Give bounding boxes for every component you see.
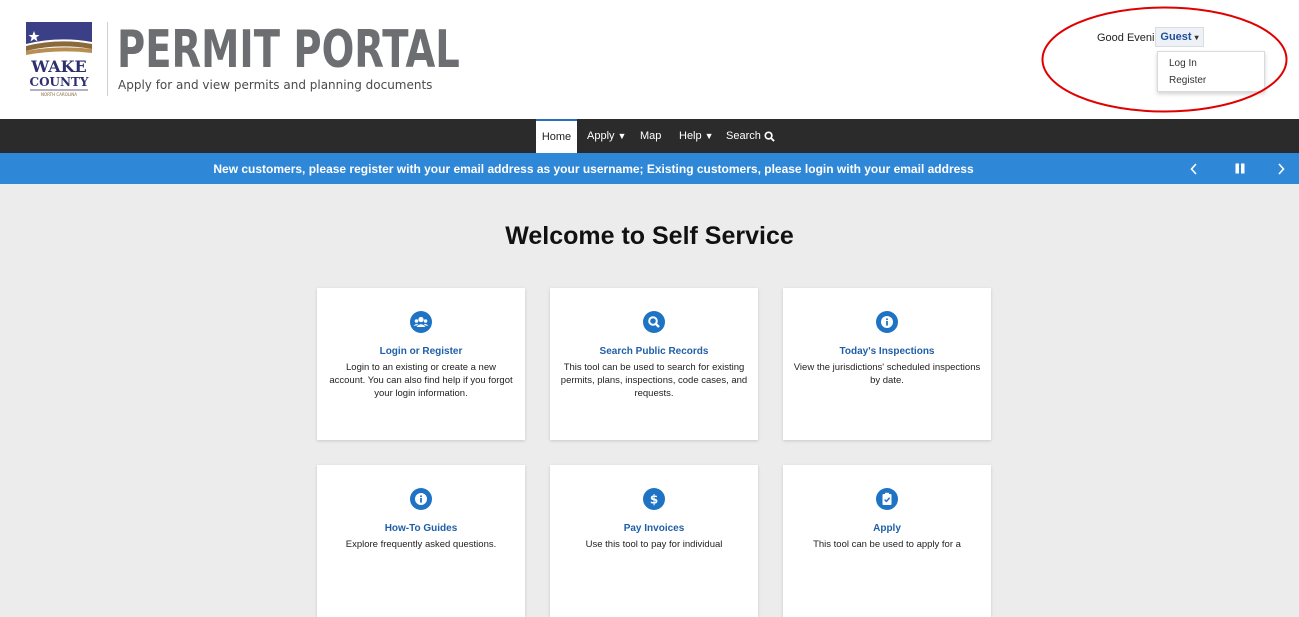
card-title: How-To Guides [384,523,458,534]
dollar-icon: $ [643,488,665,510]
card-login-register[interactable]: Login or Register Login to an existing o… [317,288,525,440]
portal-title: PERMIT PORTAL [117,20,460,80]
caret-down-icon: ▼ [617,131,627,141]
chevron-left-icon [1190,162,1197,175]
card-description: Use this tool to pay for individual [585,539,723,550]
nav-apply-label: Apply [587,130,615,142]
guest-dropdown-menu: Log In Register [1157,51,1265,92]
users-icon [410,311,432,333]
card-pay-invoices[interactable]: $ Pay Invoices Use this tool to pay for … [550,465,758,617]
banner-pause-button[interactable] [1232,153,1248,184]
svg-text:WAKE: WAKE [30,57,86,76]
pause-icon [1235,163,1245,174]
card-description: Explore frequently asked questions. [345,539,497,550]
card-description: This tool can be used to apply for a [813,539,961,550]
info-icon [876,311,898,333]
page-title: Welcome to Self Service [505,222,794,250]
portal-subtitle: Apply for and view permits and planning … [118,78,433,92]
card-description: This tool can be used to search for exis… [560,362,748,399]
nav-search[interactable]: Search [726,119,775,153]
nav-map-label: Map [640,130,662,142]
svg-text:NORTH CAROLINA: NORTH CAROLINA [41,92,77,97]
nav-help[interactable]: Help ▼ [679,119,714,153]
header: WAKE COUNTY NORTH CAROLINA PERMIT PORTAL… [0,0,1299,119]
chevron-right-icon [1278,162,1285,175]
nav-help-label: Help [679,130,702,142]
clipboard-check-icon [876,488,898,510]
svg-text:COUNTY: COUNTY [30,75,89,89]
nav-search-label: Search [726,130,761,142]
card-description: Login to an existing or create a new acc… [329,362,513,399]
chevron-down-icon: ▾ [1194,32,1199,42]
nav-home[interactable]: Home [536,119,577,153]
menu-item-log-in[interactable]: Log In [1169,58,1197,69]
nav-map[interactable]: Map [640,119,661,153]
banner-next-button[interactable] [1273,153,1289,184]
wake-county-logo[interactable]: WAKE COUNTY NORTH CAROLINA [26,22,92,98]
card-title: Login or Register [379,346,463,357]
guest-label: Guest [1160,31,1192,43]
menu-item-register[interactable]: Register [1169,75,1206,86]
card-description: View the jurisdictions' scheduled inspec… [793,362,981,386]
banner-text: New customers, please register with your… [213,161,974,176]
main-navbar: Home Apply ▼ Map Help ▼ Search [0,119,1299,153]
card-title: Pay Invoices [623,523,685,534]
nav-apply[interactable]: Apply ▼ [587,119,626,153]
logo-divider [107,22,108,96]
info-icon [410,488,432,510]
card-todays-inspections[interactable]: Today's Inspections View the jurisdictio… [783,288,991,440]
card-title: Search Public Records [599,346,709,357]
search-icon [764,130,775,142]
svg-text:$: $ [650,493,658,507]
search-icon [643,311,665,333]
card-search-public-records[interactable]: Search Public Records This tool can be u… [550,288,758,440]
announcement-banner: New customers, please register with your… [0,153,1299,184]
card-how-to-guides[interactable]: How-To Guides Explore frequently asked q… [317,465,525,617]
caret-down-icon: ▼ [704,131,714,141]
card-title: Apply [873,523,901,534]
card-apply[interactable]: Apply This tool can be used to apply for… [783,465,991,617]
banner-prev-button[interactable] [1186,153,1202,184]
guest-dropdown-button[interactable]: Guest ▾ [1155,27,1204,47]
card-title: Today's Inspections [839,346,935,357]
